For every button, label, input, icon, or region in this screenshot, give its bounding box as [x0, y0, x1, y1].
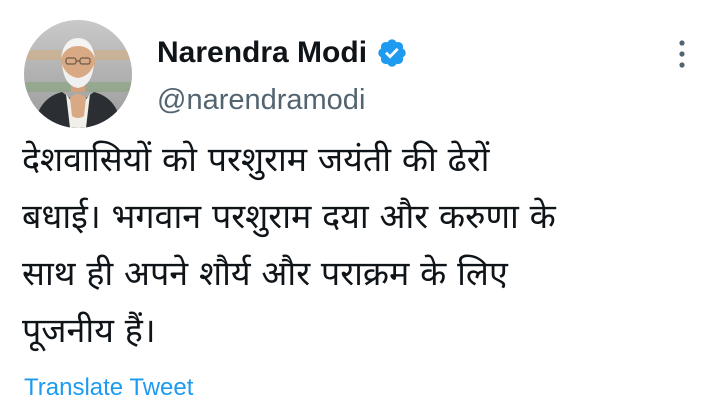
- author-name[interactable]: Narendra Modi: [157, 36, 367, 70]
- tweet-text-line: साथ ही अपने शौर्य और पराक्रम के लिए: [22, 254, 508, 294]
- tweet-text-line: पूजनीय हैं।: [22, 311, 156, 351]
- author-handle[interactable]: @narendramodi: [157, 84, 365, 116]
- avatar[interactable]: [24, 20, 132, 128]
- tweet-text-line: बधाई। भगवान परशुराम दया और करुणा के: [22, 197, 556, 237]
- more-options-button[interactable]: [664, 34, 700, 74]
- verified-badge-icon: [378, 39, 406, 67]
- tweet-text-line: देशवासियों को परशुराम जयंती की ढेरों: [22, 140, 490, 180]
- more-vertical-icon: [679, 40, 685, 68]
- tweet-text: देशवासियों को परशुराम जयंती की ढेरों बधा…: [22, 132, 712, 360]
- translate-tweet-link[interactable]: Translate Tweet: [24, 373, 193, 403]
- avatar-image: [24, 20, 132, 128]
- tweet-card: Narendra Modi @narendramodi देशवासियों क…: [0, 0, 720, 412]
